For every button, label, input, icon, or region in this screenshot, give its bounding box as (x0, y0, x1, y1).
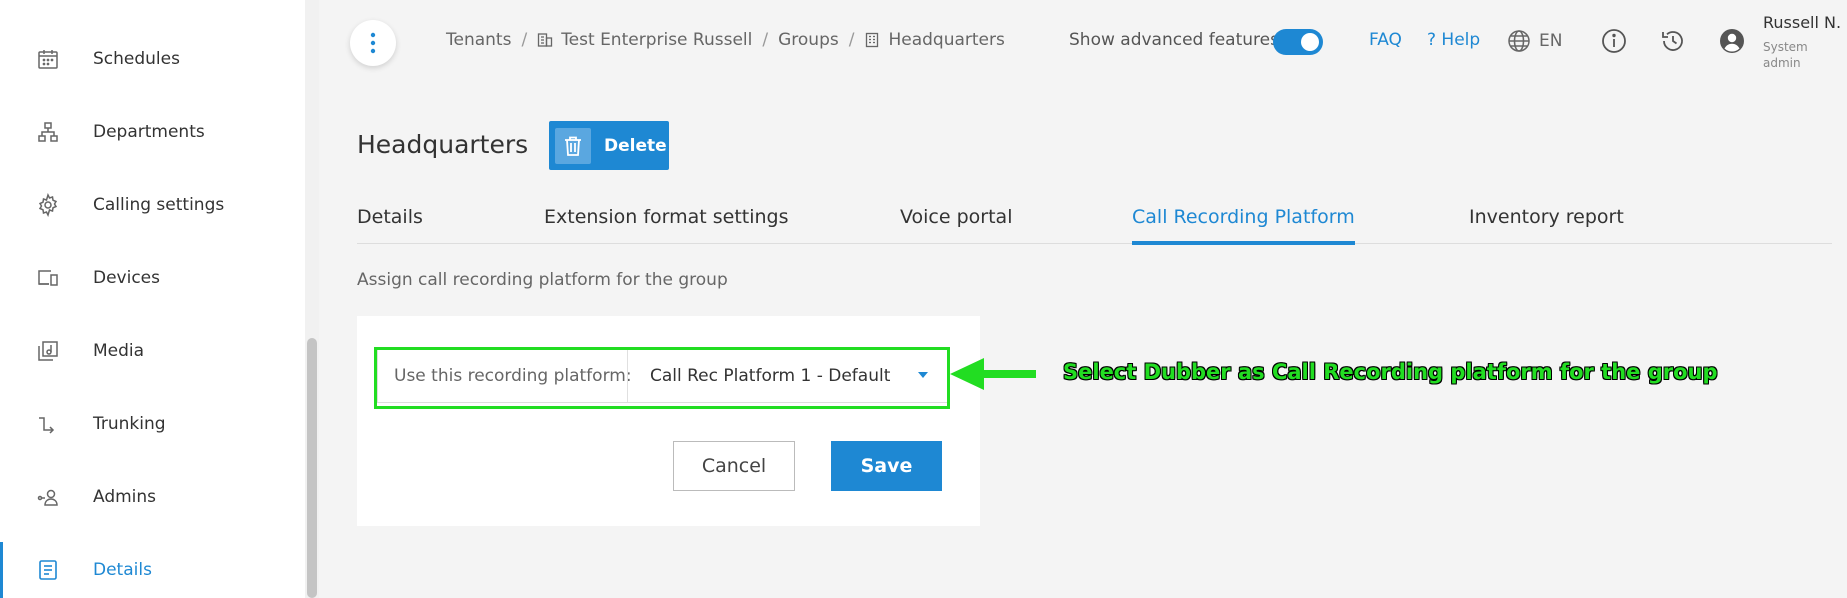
field-divider (627, 349, 628, 402)
page-title: Headquarters (357, 130, 529, 159)
sidebar-item-media[interactable]: Media (0, 323, 300, 379)
sidebar-item-label: Devices (93, 268, 160, 288)
cancel-button[interactable]: Cancel (673, 441, 795, 491)
sidebar-item-label: Media (93, 341, 145, 361)
sidebar-item-label: Schedules (93, 49, 180, 69)
gear-icon (38, 193, 58, 217)
breadcrumb-enterprise[interactable]: Test Enterprise Russell (561, 30, 752, 50)
annotation-arrow-icon (950, 358, 1036, 390)
breadcrumb-separator: / (762, 30, 769, 50)
sidebar-item-schedules[interactable]: Schedules (0, 31, 300, 87)
breadcrumb-tenants[interactable]: Tenants (446, 30, 511, 50)
tab-bar: Details Extension format settings Voice … (357, 206, 1832, 245)
admins-icon (37, 489, 58, 506)
sidebar-item-label: Details (93, 560, 152, 580)
sidebar-item-admins[interactable]: Admins (0, 469, 300, 525)
tab-call-recording-platform[interactable]: Call Recording Platform (1132, 206, 1355, 245)
devices-icon (38, 270, 58, 286)
breadcrumb-headquarters[interactable]: Headquarters (888, 30, 1004, 50)
user-name[interactable]: Russell N. (1763, 13, 1841, 32)
trash-icon (555, 127, 591, 164)
group-building-icon (866, 32, 879, 48)
chevron-down-icon[interactable] (918, 372, 928, 378)
advanced-features-toggle[interactable] (1273, 29, 1323, 55)
sidebar-item-label: Trunking (93, 414, 166, 434)
kebab-menu-icon (370, 32, 376, 54)
breadcrumb-separator: / (521, 30, 528, 50)
annotation-text: Select Dubber as Call Recording platform… (1063, 360, 1718, 384)
advanced-features-label: Show advanced features (1069, 30, 1279, 50)
sidebar-scrollbar-thumb[interactable] (307, 338, 317, 598)
history-icon[interactable] (1659, 27, 1687, 55)
tab-inventory-report[interactable]: Inventory report (1469, 206, 1624, 244)
breadcrumb-separator: / (848, 30, 855, 50)
recording-platform-field: Use this recording platform: Call Rec Pl… (377, 348, 948, 403)
tab-extension-format-settings[interactable]: Extension format settings (544, 206, 789, 244)
info-icon[interactable] (1600, 27, 1628, 55)
form-description: Assign call recording platform for the g… (357, 270, 728, 290)
sidebar-item-label: Calling settings (93, 195, 225, 215)
sidebar-item-devices[interactable]: Devices (0, 250, 300, 306)
recording-platform-card: Use this recording platform: Call Rec Pl… (357, 316, 980, 526)
sidebar-item-departments[interactable]: Departments (0, 104, 300, 160)
sidebar-item-details[interactable]: Details (0, 542, 300, 598)
delete-button[interactable]: Delete (549, 121, 669, 170)
media-icon (38, 341, 58, 361)
faq-link[interactable]: FAQ (1369, 30, 1402, 50)
breadcrumb-groups[interactable]: Groups (778, 30, 839, 50)
save-button[interactable]: Save (831, 441, 942, 491)
delete-button-label: Delete (604, 135, 667, 156)
sidebar-item-label: Departments (93, 122, 205, 142)
sidebar-item-trunking[interactable]: Trunking (0, 396, 300, 452)
trunking-icon (39, 417, 55, 434)
globe-icon (1508, 30, 1530, 52)
recording-platform-select[interactable]: Call Rec Platform 1 - Default (650, 366, 890, 386)
user-role: System admin (1763, 40, 1808, 70)
tab-details[interactable]: Details (357, 206, 423, 244)
recording-platform-label: Use this recording platform: (394, 365, 632, 386)
user-avatar-icon[interactable] (1718, 27, 1746, 55)
language-selector[interactable]: EN (1507, 29, 1562, 53)
breadcrumb: Tenants / Test Enterprise Russell / Grou… (446, 30, 1005, 50)
menu-button[interactable] (350, 20, 396, 66)
language-code: EN (1539, 31, 1563, 51)
calendar-icon (38, 50, 58, 69)
details-icon (39, 560, 57, 580)
sidebar-item-calling-settings[interactable]: Calling settings (0, 177, 300, 233)
sidebar-item-label: Admins (93, 487, 157, 507)
help-link[interactable]: ? Help (1427, 30, 1480, 50)
org-chart-icon (38, 122, 58, 142)
tab-voice-portal[interactable]: Voice portal (900, 206, 1012, 244)
sidebar: Schedules Departments Calling settings D… (0, 0, 310, 598)
enterprise-icon (538, 33, 553, 47)
